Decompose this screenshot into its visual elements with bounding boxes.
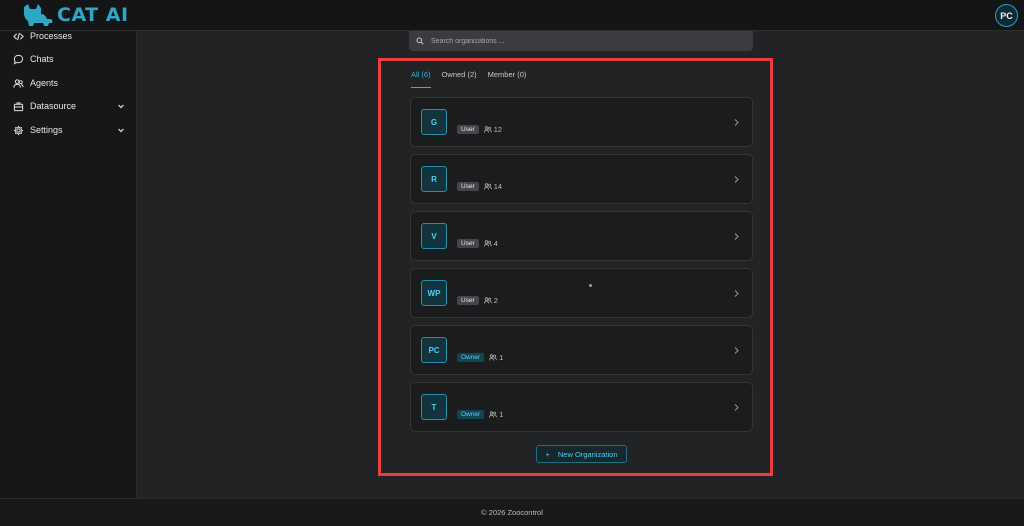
role-badge: User: [457, 125, 479, 134]
organization-card[interactable]: WP User 2: [410, 268, 753, 318]
sidebar-item-label: Settings: [30, 125, 63, 135]
member-count: 2: [483, 296, 498, 305]
member-count: 1: [489, 353, 503, 362]
sidebar-item-settings[interactable]: Settings: [13, 121, 125, 139]
sidebar-item-agents[interactable]: Agents: [13, 74, 125, 92]
footer: © 2026 Zoocontrol: [0, 498, 1024, 526]
role-badge: Owner: [457, 410, 485, 419]
search-bar: [409, 31, 753, 51]
org-initials: V: [421, 223, 447, 249]
member-count: 12: [483, 125, 503, 134]
organization-card[interactable]: G User 12: [410, 97, 753, 147]
plus-icon: +: [545, 449, 550, 459]
role-badge: Owner: [457, 353, 485, 362]
users-icon: [483, 240, 492, 247]
search-input[interactable]: [431, 37, 731, 45]
organization-card[interactable]: V User 4: [410, 211, 753, 261]
sidebar-item-chats[interactable]: Chats: [13, 50, 125, 68]
org-initials: G: [421, 109, 447, 135]
users-icon: [489, 411, 498, 418]
top-bar: CAT AI PC: [0, 0, 1024, 31]
sidebar-item-datasource[interactable]: Datasource: [13, 97, 125, 115]
member-count: 1: [489, 410, 503, 419]
search-icon: [416, 37, 424, 45]
new-organization-label: New Organization: [557, 449, 618, 459]
chevron-right-icon: [734, 290, 739, 297]
filter-tabs: All (6) Owned (2) Member (0): [411, 70, 537, 88]
role-badge: User: [457, 182, 479, 191]
member-count-value: 12: [493, 125, 503, 134]
org-initials: T: [421, 394, 447, 420]
copyright-text: © 2026 Zoocontrol: [481, 508, 543, 517]
code-icon: [13, 32, 24, 40]
org-initials: R: [421, 166, 447, 192]
chat-bubble-icon: [13, 54, 24, 65]
member-count-value: 2: [493, 296, 498, 305]
users-icon: [489, 354, 498, 361]
org-initials: WP: [421, 280, 447, 306]
sidebar: Processes Chats Agents Datasource Settin…: [0, 31, 137, 498]
org-initials: PC: [421, 337, 447, 363]
member-count-value: 4: [493, 239, 498, 248]
chevron-right-icon: [734, 176, 739, 183]
chevron-down-icon: [118, 128, 124, 133]
sidebar-item-label: Processes: [30, 31, 73, 41]
briefcase-icon: [13, 101, 24, 111]
tab-owned[interactable]: Owned (2): [442, 70, 477, 88]
users-icon: [483, 297, 492, 304]
role-badge: User: [457, 296, 479, 305]
cat-logo-icon: [24, 4, 53, 26]
chevron-right-icon: [734, 404, 739, 411]
app-logo[interactable]: CAT AI: [22, 4, 129, 26]
sidebar-item-processes[interactable]: Processes: [13, 27, 125, 45]
sidebar-item-label: Chats: [30, 54, 54, 64]
member-count: 4: [483, 239, 498, 248]
member-count-value: 14: [493, 182, 503, 191]
member-count-value: 1: [499, 353, 504, 362]
new-organization-button[interactable]: + New Organization: [536, 445, 627, 463]
user-avatar[interactable]: PC: [995, 4, 1018, 27]
sidebar-item-label: Datasource: [30, 101, 77, 111]
organization-card[interactable]: PC Owner 1: [410, 325, 753, 375]
sidebar-item-label: Agents: [30, 78, 59, 88]
chevron-right-icon: [734, 347, 739, 354]
member-count: 14: [483, 182, 503, 191]
mouse-cursor: [589, 284, 592, 287]
tab-member[interactable]: Member (0): [488, 70, 527, 88]
organization-card[interactable]: R User 14: [410, 154, 753, 204]
chevron-right-icon: [734, 119, 739, 126]
role-badge: User: [457, 239, 479, 248]
tab-all[interactable]: All (6): [411, 70, 431, 88]
users-icon: [483, 183, 492, 190]
organization-card[interactable]: T Owner 1: [410, 382, 753, 432]
member-count-value: 1: [499, 410, 504, 419]
chevron-right-icon: [734, 233, 739, 240]
gear-icon: [13, 125, 24, 135]
chevron-down-icon: [118, 104, 124, 109]
users-icon: [13, 78, 24, 88]
users-icon: [483, 126, 492, 133]
app-name: CAT AI: [57, 4, 129, 26]
